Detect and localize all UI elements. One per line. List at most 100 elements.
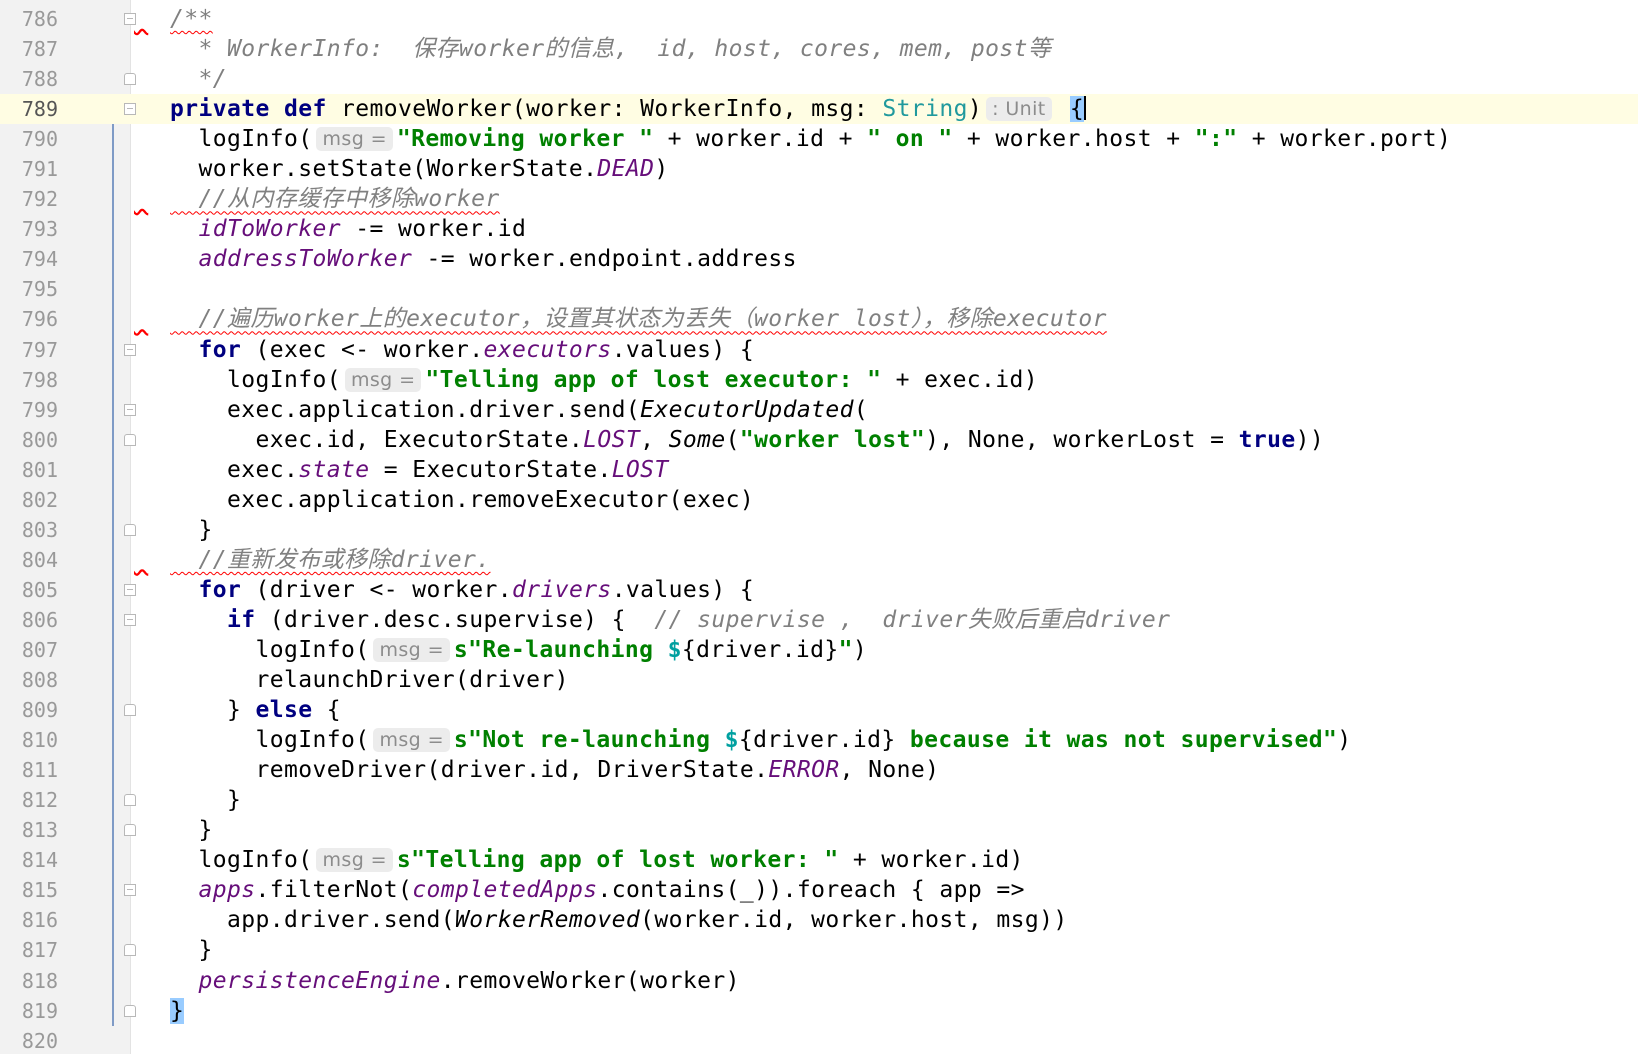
code-line[interactable]: 788 */ <box>0 64 1638 94</box>
code-line[interactable]: 803 } <box>0 515 1638 545</box>
parameter-hint: msg = <box>316 848 393 873</box>
fold-collapse-icon[interactable] <box>124 103 136 116</box>
code-token: exec.application.removeExecutor(exec) <box>170 486 755 513</box>
code-line[interactable]: 816 app.driver.send(WorkerRemoved(worker… <box>0 905 1638 935</box>
code-text[interactable]: */ <box>170 64 227 94</box>
code-line[interactable]: 808 relaunchDriver(driver) <box>0 665 1638 695</box>
line-number: 800 <box>21 427 58 452</box>
code-lines[interactable]: 786 /** 787 * WorkerInfo: 保存worker的信息, id… <box>0 4 1638 1056</box>
code-line[interactable]: 809 } else { <box>0 695 1638 725</box>
code-line[interactable]: 790 logInfo(msg = "Removing worker " + wo… <box>0 124 1638 154</box>
code-line[interactable]: 795 <box>0 274 1638 304</box>
code-token: (exec <- worker. <box>241 336 484 363</box>
code-line[interactable]: 801 exec.state = ExecutorState.LOST <box>0 455 1638 485</box>
spellcheck-underline <box>134 184 170 214</box>
code-line[interactable]: 799 exec.application.driver.send(Executo… <box>0 395 1638 425</box>
fold-end-icon[interactable] <box>124 433 136 446</box>
code-line[interactable]: 798 logInfo(msg = "Telling app of lost ex… <box>0 365 1638 395</box>
code-text[interactable]: worker.setState(WorkerState.DEAD) <box>170 154 669 184</box>
code-text[interactable]: exec.state = ExecutorState.LOST <box>170 455 669 485</box>
fold-end-icon[interactable] <box>124 523 136 536</box>
code-line[interactable]: 807 logInfo(msg = s"Re-launching ${driver… <box>0 635 1638 665</box>
code-text[interactable]: } else { <box>170 695 341 725</box>
code-text[interactable]: addressToWorker -= worker.endpoint.addre… <box>170 244 797 274</box>
code-line[interactable]: 787 * WorkerInfo: 保存worker的信息, id, host,… <box>0 34 1638 64</box>
code-line[interactable]: 806 if (driver.desc.supervise) { // supe… <box>0 605 1638 635</box>
fold-collapse-icon[interactable] <box>124 613 136 626</box>
code-text[interactable]: if (driver.desc.supervise) { // supervis… <box>170 605 1170 635</box>
code-text[interactable]: private def removeWorker(worker: WorkerI… <box>170 94 1087 124</box>
code-text[interactable]: relaunchDriver(driver) <box>170 665 569 695</box>
code-line[interactable]: 797 for (exec <- worker.executors.values… <box>0 335 1638 365</box>
code-text[interactable]: app.driver.send(WorkerRemoved(worker.id,… <box>170 905 1068 935</box>
code-token: } <box>170 697 256 724</box>
code-token: } <box>170 787 242 814</box>
fold-collapse-icon[interactable] <box>124 884 136 897</box>
code-token: removeWorker(worker: WorkerInfo, msg: <box>340 96 883 123</box>
code-line[interactable]: 819} <box>0 996 1638 1026</box>
code-text[interactable]: logInfo(msg = "Telling app of lost execut… <box>170 365 1038 395</box>
code-text[interactable]: exec.id, ExecutorState.LOST, Some("worke… <box>170 425 1324 455</box>
code-line[interactable]: 820 <box>0 1026 1638 1056</box>
code-token-comment: //从内存缓存中移除worker <box>170 186 500 213</box>
code-text[interactable]: * WorkerInfo: 保存worker的信息, id, host, cor… <box>170 34 1051 64</box>
code-text[interactable]: for (exec <- worker.executors.values) { <box>170 335 754 365</box>
code-text[interactable]: } <box>170 815 213 845</box>
fold-end-icon[interactable] <box>124 1004 136 1017</box>
code-line[interactable]: 812 } <box>0 785 1638 815</box>
code-text[interactable]: exec.application.removeExecutor(exec) <box>170 485 754 515</box>
code-text[interactable]: persistenceEngine.removeWorker(worker) <box>170 966 740 996</box>
fold-collapse-icon[interactable] <box>124 403 136 416</box>
code-line[interactable]: 800 exec.id, ExecutorState.LOST, Some("w… <box>0 425 1638 455</box>
code-text[interactable]: logInfo(msg = s"Telling app of lost worke… <box>170 845 1024 875</box>
code-text[interactable]: logInfo(msg = s"Not re-launching ${driver… <box>170 725 1352 755</box>
code-line[interactable]: 794 addressToWorker -= worker.endpoint.a… <box>0 244 1638 274</box>
code-text[interactable]: } <box>170 785 241 815</box>
code-line[interactable]: 814 logInfo(msg = s"Telling app of lost w… <box>0 845 1638 875</box>
code-text[interactable]: //遍历worker上的executor，设置其状态为丢失（worker los… <box>170 304 1107 334</box>
code-editor[interactable]: 786 /** 787 * WorkerInfo: 保存worker的信息, id… <box>0 0 1638 1054</box>
code-line[interactable]: 813 } <box>0 815 1638 845</box>
code-line[interactable]: 811 removeDriver(driver.id, DriverState.… <box>0 755 1638 785</box>
code-line[interactable]: 796 //遍历worker上的executor，设置其状态为丢失（worker… <box>0 304 1638 334</box>
code-text[interactable]: //从内存缓存中移除worker <box>170 184 500 214</box>
code-text[interactable]: for (driver <- worker.drivers.values) { <box>170 575 754 605</box>
code-line[interactable]: 792 //从内存缓存中移除worker <box>0 184 1638 214</box>
code-token-field: idToWorker <box>198 216 341 243</box>
code-line[interactable]: 810 logInfo(msg = s"Not re-launching ${dr… <box>0 725 1638 755</box>
code-line[interactable]: 802 exec.application.removeExecutor(exec… <box>0 485 1638 515</box>
fold-end-icon[interactable] <box>124 944 136 957</box>
code-line[interactable]: 818 persistenceEngine.removeWorker(worke… <box>0 966 1638 996</box>
code-text[interactable]: exec.application.driver.send(ExecutorUpd… <box>170 395 868 425</box>
code-line[interactable]: 815 apps.filterNot(completedApps.contain… <box>0 875 1638 905</box>
code-text[interactable]: logInfo(msg = s"Re-launching ${driver.id}… <box>170 635 867 665</box>
code-token: .filterNot( <box>255 877 413 904</box>
fold-end-icon[interactable] <box>124 794 136 807</box>
code-line[interactable]: 786 /** <box>0 4 1638 34</box>
code-text[interactable]: //重新发布或移除driver. <box>170 545 491 575</box>
code-line[interactable]: 805 for (driver <- worker.drivers.values… <box>0 575 1638 605</box>
fold-end-icon[interactable] <box>124 704 136 717</box>
code-text[interactable]: idToWorker -= worker.id <box>170 214 526 244</box>
fold-collapse-icon[interactable] <box>124 583 136 596</box>
code-line[interactable]: 817 } <box>0 935 1638 965</box>
fold-end-icon[interactable] <box>124 824 136 837</box>
code-text[interactable]: } <box>170 935 213 965</box>
code-text[interactable]: /** <box>170 4 213 34</box>
code-token: .values) { <box>611 576 755 603</box>
code-text[interactable]: logInfo(msg = "Removing worker " + worker… <box>170 124 1451 154</box>
code-text[interactable]: } <box>170 515 213 545</box>
code-text[interactable]: removeDriver(driver.id, DriverState.ERRO… <box>170 755 939 785</box>
code-token-field: completedApps <box>412 877 598 904</box>
code-line[interactable]: 789 private def removeWorker(worker: Work… <box>0 94 1638 125</box>
code-line[interactable]: 791 worker.setState(WorkerState.DEAD) <box>0 154 1638 184</box>
code-text[interactable]: apps.filterNot(completedApps.contains(_)… <box>170 875 1025 905</box>
code-line[interactable]: 793 idToWorker -= worker.id <box>0 214 1638 244</box>
code-token-field: ERROR <box>768 757 840 784</box>
code-text[interactable]: } <box>170 996 185 1026</box>
fold-end-icon[interactable] <box>124 73 136 86</box>
code-line[interactable]: 804 //重新发布或移除driver. <box>0 545 1638 575</box>
fold-collapse-icon[interactable] <box>124 343 136 356</box>
code-token: {driver.id} <box>681 636 839 663</box>
code-token-kw: private def <box>170 96 341 123</box>
